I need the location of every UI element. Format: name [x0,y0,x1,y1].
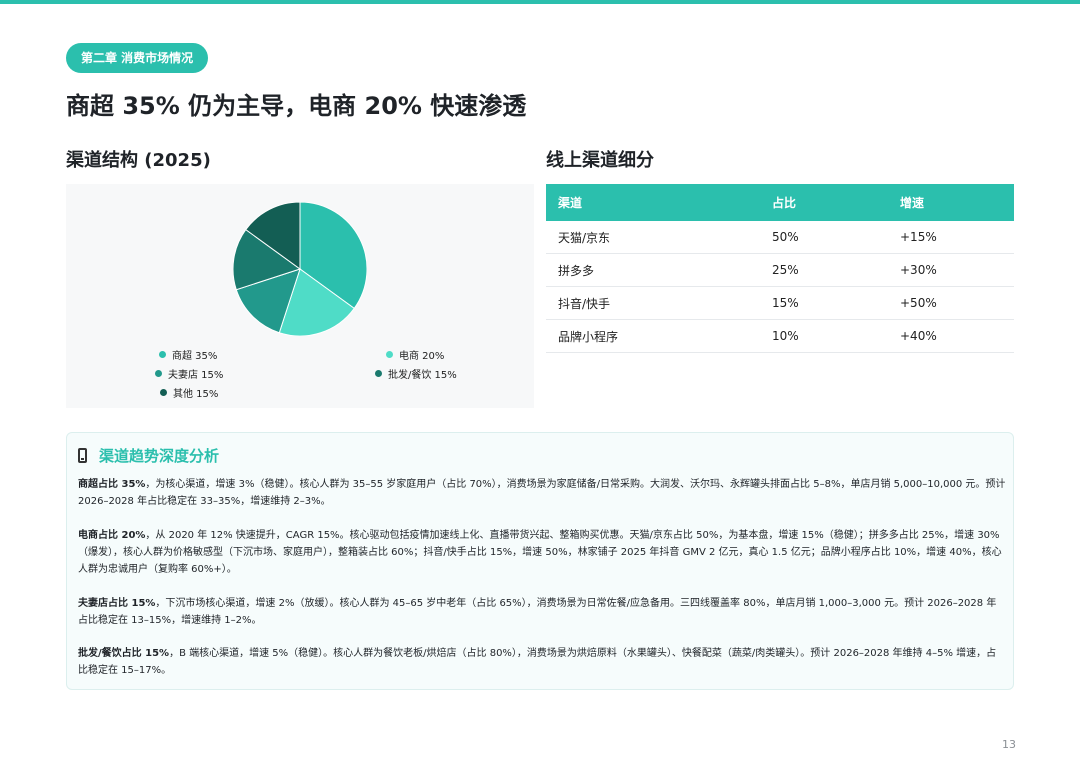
analysis-paragraph: 电商占比 20%，从 2020 年 12% 快速提升，CAGR 15%。核心驱动… [78,527,1006,578]
table-header-row: 渠道 占比 增速 [546,184,1014,221]
paragraph-text: ，下沉市场核心渠道，增速 2%（放缓）。核心人群为 45–65 岁中老年（占比 … [78,598,997,626]
phone-icon [78,448,87,463]
pie-chart [233,202,367,336]
paragraph-lead: 商超占比 35% [78,479,146,490]
paragraph-text: ，B 端核心渠道，增速 5%（稳健）。核心人群为餐饮老板/烘焙店（占比 80%）… [78,648,997,676]
table-cell: 品牌小程序 [546,319,760,353]
trend-analysis-panel: 渠道趋势深度分析 商超占比 35%，为核心渠道，增速 3%（稳健）。核心人群为 … [66,432,1014,690]
table-cell: 15% [760,286,888,320]
legend-item: 其他 15% [160,385,218,400]
online-channel-title: 线上渠道细分 [546,150,654,171]
paragraph-lead: 批发/餐饮占比 15% [78,648,170,659]
analysis-paragraph: 商超占比 35%，为核心渠道，增速 3%（稳健）。核心人群为 35–55 岁家庭… [78,476,1006,510]
legend-label: 夫妻店 15% [168,370,224,381]
channel-structure-title: 渠道结构 (2025) [66,150,211,171]
legend-item: 商超 35% [159,347,217,362]
legend-swatch [375,370,382,377]
legend-item: 夫妻店 15% [155,366,223,381]
table-cell: 10% [760,319,888,353]
legend-item: 电商 20% [386,347,444,362]
column-header: 增速 [888,184,1014,221]
legend-swatch [160,389,167,396]
column-header: 占比 [760,184,888,221]
table-row: 抖音/快手 15% +50% [546,286,1014,320]
table-row: 天猫/京东 50% +15% [546,221,1014,254]
table-cell: +50% [888,286,1014,320]
table-cell: 拼多多 [546,253,760,287]
table-cell: +40% [888,319,1014,353]
legend-swatch [155,370,162,377]
paragraph-lead: 夫妻店占比 15% [78,598,156,609]
online-channel-table: 渠道 占比 增速 天猫/京东 50% +15% 拼多多 25% +30% 抖音/… [546,184,1014,353]
paragraph-text: ，为核心渠道，增速 3%（稳健）。核心人群为 35–55 岁家庭用户（占比 70… [78,479,1006,507]
table-cell: 天猫/京东 [546,221,760,254]
table-cell: 25% [760,253,888,287]
legend-item: 批发/餐饮 15% [375,366,457,381]
table-cell: 抖音/快手 [546,286,760,320]
legend-swatch [386,351,393,358]
chapter-tag: 第二章 消费市场情况 [66,43,209,73]
table-cell: 50% [760,221,888,254]
page-title: 商超 35% 仍为主导，电商 20% 快速渗透 [66,92,527,120]
legend-swatch [159,351,166,358]
page-number: 13 [1002,738,1016,751]
paragraph-text: ，从 2020 年 12% 快速提升，CAGR 15%。核心驱动包括疫情加速线上… [78,530,1002,575]
analysis-title: 渠道趋势深度分析 [99,447,220,465]
table-row: 拼多多 25% +30% [546,253,1014,287]
analysis-paragraph: 夫妻店占比 15%，下沉市场核心渠道，增速 2%（放缓）。核心人群为 45–65… [78,595,1006,629]
legend-label: 批发/餐饮 15% [388,370,457,381]
pie-chart-card: 商超 35% 电商 20% 夫妻店 15% 批发/餐饮 15% 其他 15% [66,184,534,408]
table-cell: +30% [888,253,1014,287]
legend-label: 电商 20% [399,351,445,362]
analysis-header: 渠道趋势深度分析 [78,445,219,466]
analysis-paragraph: 批发/餐饮占比 15%，B 端核心渠道，增速 5%（稳健）。核心人群为餐饮老板/… [78,645,1006,679]
column-header: 渠道 [546,184,760,221]
top-accent-bar [0,0,1080,4]
table-row: 品牌小程序 10% +40% [546,319,1014,353]
legend-label: 其他 15% [173,389,219,400]
table-cell: +15% [888,221,1014,254]
legend-label: 商超 35% [172,351,218,362]
paragraph-lead: 电商占比 20% [78,530,146,541]
